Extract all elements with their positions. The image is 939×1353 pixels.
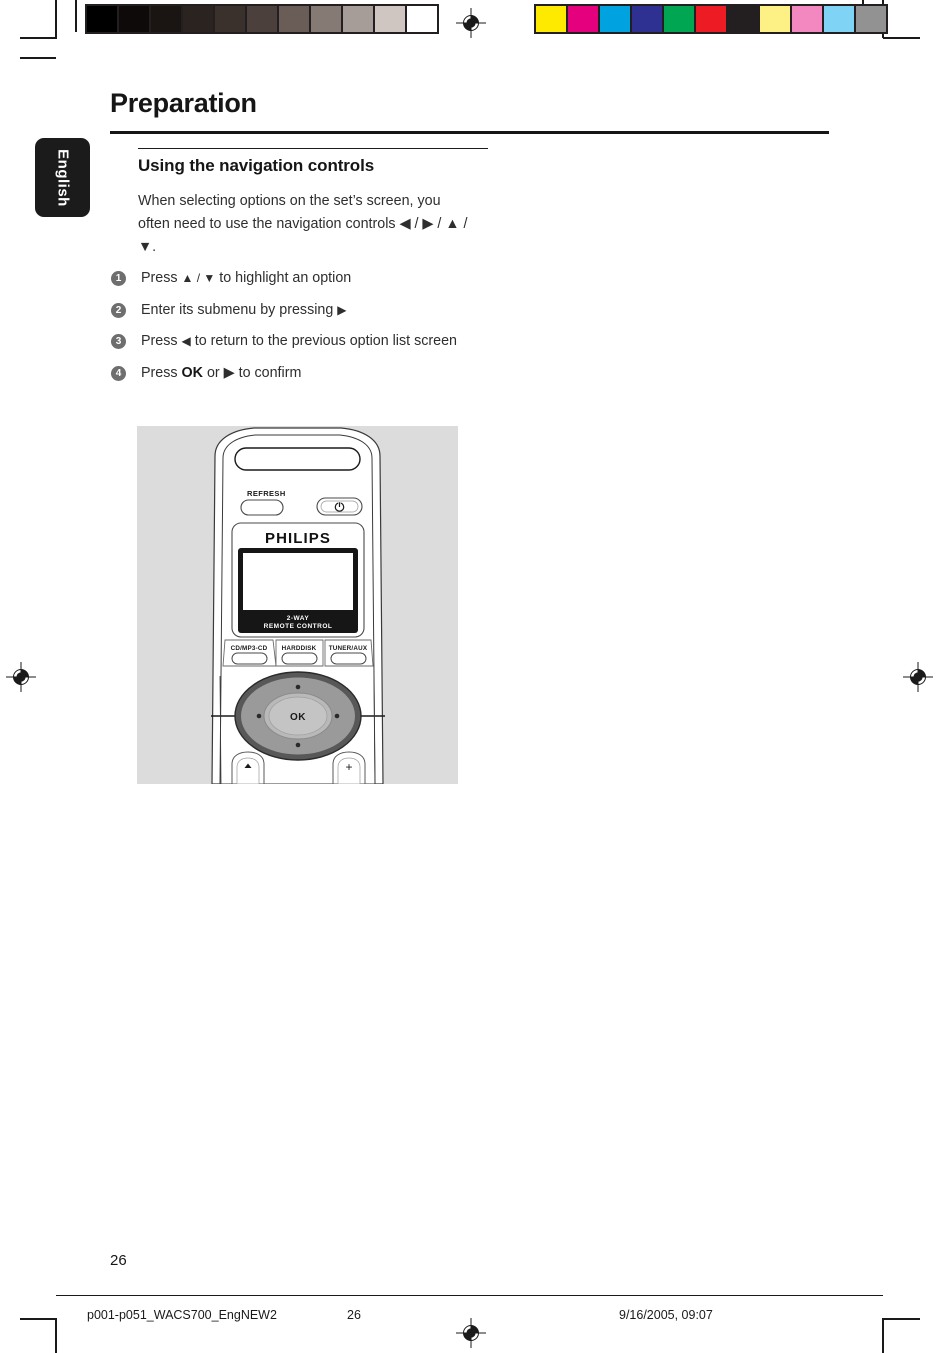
list-item: 1 Press ▲ / ▼ to highlight an option — [111, 268, 471, 289]
footer-file-name: p001-p051_WACS700_EngNEW2 — [87, 1308, 277, 1322]
svg-text:REFRESH: REFRESH — [247, 489, 286, 498]
step-text-after: to highlight an option — [215, 270, 352, 286]
step-text-before: Enter its submenu by pressing — [141, 301, 338, 318]
step-text-before: Press — [141, 364, 182, 381]
crop-mark-bottom-left-horizontal — [20, 1318, 57, 1320]
color-swatch-0 — [536, 6, 566, 32]
registration-target-right-middle — [903, 662, 933, 692]
color-swatch-1 — [566, 6, 598, 32]
grayscale-swatch-1 — [117, 6, 149, 32]
svg-text:HARDDISK: HARDDISK — [282, 645, 317, 652]
grayscale-swatch-6 — [277, 6, 309, 32]
step-text-after: to return to the previous option list sc… — [190, 333, 457, 349]
color-swatch-8 — [790, 6, 822, 32]
svg-text:PHILIPS: PHILIPS — [265, 530, 331, 547]
crop-mark-top-left-vertical — [55, 0, 57, 38]
crop-mark-bottom-right-vertical — [882, 1318, 884, 1353]
grayscale-swatch-5 — [245, 6, 277, 32]
grayscale-swatch-8 — [341, 6, 373, 32]
list-item: 4 Press OK or ▶ to confirm — [111, 363, 471, 384]
language-tab-label: English — [54, 148, 71, 207]
svg-text:REMOTE CONTROL: REMOTE CONTROL — [264, 623, 333, 630]
step-number: 4 — [111, 365, 126, 381]
svg-text:TUNER/AUX: TUNER/AUX — [329, 645, 368, 652]
color-calibration-strip — [534, 4, 888, 34]
svg-text:2-WAY: 2-WAY — [287, 615, 310, 622]
step-glyphs: ◀ — [181, 334, 191, 348]
grayscale-swatch-9 — [373, 6, 405, 32]
registration-target-bottom-center — [456, 1318, 486, 1348]
grayscale-swatch-0 — [87, 6, 117, 32]
step-text-after: or ▶ to confirm — [202, 364, 302, 381]
grayscale-swatch-3 — [181, 6, 213, 32]
crop-mark-top-left-vertical2 — [75, 0, 77, 32]
color-swatch-4 — [662, 6, 694, 32]
step-text-before: Press — [141, 333, 182, 349]
section-divider — [138, 148, 488, 149]
svg-text:+: + — [345, 760, 352, 774]
grayscale-swatch-2 — [149, 6, 181, 32]
color-swatch-6 — [726, 6, 758, 32]
step-number: 1 — [111, 271, 126, 286]
crop-mark-top-left-horizontal — [20, 37, 57, 39]
crop-mark-top-left-horizontal2 — [20, 57, 56, 59]
language-tab-english: English — [35, 138, 90, 217]
page-number: 26 — [110, 1252, 127, 1269]
grayscale-swatch-4 — [213, 6, 245, 32]
step-text-before: Press — [141, 270, 182, 286]
footer-divider — [56, 1295, 883, 1296]
intro-paragraph: When selecting options on the set’s scre… — [138, 193, 468, 255]
title-divider — [110, 131, 829, 134]
color-swatch-5 — [694, 6, 726, 32]
footer-date-time: 9/16/2005, 09:07 — [619, 1308, 713, 1322]
crop-mark-bottom-left-vertical — [55, 1318, 57, 1353]
remote-control-illustration: REFRESH PHILIPS 2-WAY REMOTE CONTROL CD/… — [137, 426, 458, 784]
step-number: 2 — [111, 302, 126, 318]
grayscale-swatch-7 — [309, 6, 341, 32]
list-item: 3 Press ◀ to return to the previous opti… — [111, 331, 471, 352]
page-title: Preparation — [110, 88, 257, 118]
registration-target-top-center — [456, 8, 486, 38]
color-swatch-2 — [598, 6, 630, 32]
svg-text:OK: OK — [290, 712, 306, 723]
grayscale-swatch-10 — [405, 6, 437, 32]
svg-text:CD/MP3-CD: CD/MP3-CD — [231, 645, 268, 652]
step-list: 1 Press ▲ / ▼ to highlight an option 2 E… — [111, 268, 471, 394]
color-swatch-7 — [758, 6, 790, 32]
step-glyphs: ▲ / ▼ — [181, 271, 216, 285]
step-number: 3 — [111, 334, 126, 349]
color-swatch-3 — [630, 6, 662, 32]
list-item: 2 Enter its submenu by pressing ▶ — [111, 300, 471, 321]
color-swatch-9 — [822, 6, 854, 32]
registration-target-left-middle — [6, 662, 36, 692]
grayscale-calibration-strip — [85, 4, 439, 34]
step-glyphs: OK — [181, 364, 203, 381]
crop-mark-top-right-horizontal — [883, 37, 920, 39]
step-glyphs: ▶ — [337, 302, 347, 317]
section-heading: Using the navigation controls — [138, 156, 375, 175]
crop-mark-bottom-right-horizontal — [883, 1318, 920, 1320]
footer-page-number: 26 — [347, 1308, 361, 1322]
color-swatch-10 — [854, 6, 886, 32]
